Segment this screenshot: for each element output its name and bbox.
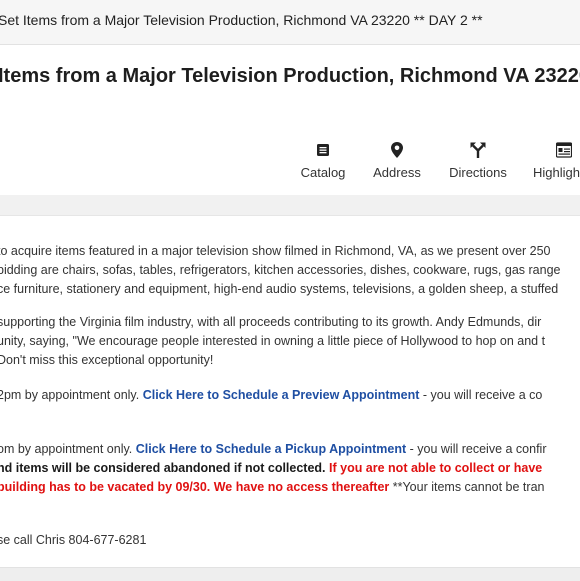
abandoned-warning: nd items will be considered abandoned if…	[0, 459, 542, 478]
catalog-label: Catalog	[300, 165, 346, 180]
description-line: supporting the Virginia film industry, w…	[0, 315, 542, 329]
description-line: to acquire items featured in a major tel…	[0, 244, 551, 258]
transfer-note: **Your items cannot be tran	[389, 480, 545, 494]
next-section	[0, 567, 580, 581]
auction-title-bar: Set Items from a Major Television Produc…	[0, 12, 483, 28]
action-bar: Catalog Address Directions Highligh	[0, 141, 580, 181]
map-pin-icon	[391, 142, 403, 158]
pickup-text: om by appointment only.	[0, 442, 136, 456]
highlights-label: Highlights	[533, 165, 580, 180]
auction-description: to acquire items featured in a major tel…	[0, 215, 580, 568]
highlights-icon	[556, 142, 572, 158]
highlights-button[interactable]: Highlights	[533, 141, 580, 180]
contact-info: se call Chris 804-677-6281	[0, 533, 147, 547]
top-bar: Set Items from a Major Television Produc…	[0, 0, 580, 45]
description-line: Don't miss this exceptional opportunity!	[0, 353, 214, 367]
abandoned-text: nd items will be considered abandoned if…	[0, 461, 326, 475]
address-button[interactable]: Address	[372, 141, 422, 180]
preview-info: 2pm by appointment only. Click Here to S…	[0, 386, 542, 405]
description-line: unity, saying, "We encourage people inte…	[0, 334, 546, 348]
preview-text: 2pm by appointment only.	[0, 388, 143, 402]
pickup-info: om by appointment only. Click Here to Sc…	[0, 440, 547, 459]
schedule-preview-link[interactable]: Click Here to Schedule a Preview Appoint…	[143, 388, 420, 402]
schedule-pickup-link[interactable]: Click Here to Schedule a Pickup Appointm…	[136, 442, 406, 456]
description-line: bidding are chairs, sofas, tables, refri…	[0, 263, 561, 277]
section-divider	[0, 195, 580, 215]
directions-icon	[470, 142, 486, 158]
address-label: Address	[373, 165, 421, 180]
auction-header: Items from a Major Television Production…	[0, 45, 580, 195]
collect-warning: If you are not able to collect or have	[325, 461, 543, 475]
directions-button[interactable]: Directions	[447, 141, 509, 180]
directions-label: Directions	[449, 165, 507, 180]
vacate-text: building has to be vacated by 09/30. We …	[0, 480, 390, 494]
catalog-icon	[317, 144, 329, 156]
page-title: Items from a Major Television Production…	[0, 65, 580, 87]
catalog-button[interactable]: Catalog	[300, 141, 346, 180]
description-line: ce furniture, stationery and equipment, …	[0, 282, 559, 296]
preview-note: - you will receive a co	[419, 388, 543, 402]
pickup-note: - you will receive a confir	[406, 442, 547, 456]
vacate-warning: building has to be vacated by 09/30. We …	[0, 478, 544, 497]
